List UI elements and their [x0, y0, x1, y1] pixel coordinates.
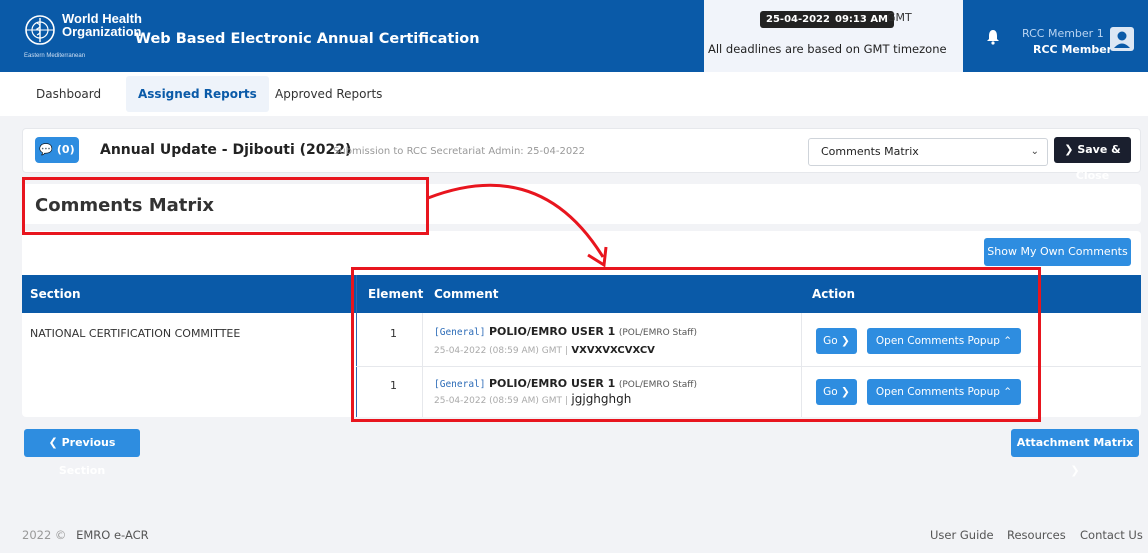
tab-assigned-reports[interactable]: Assigned Reports	[126, 76, 269, 112]
chevron-down-icon: ⌄	[1030, 146, 1039, 157]
footer-brand: EMRO e-ACR	[76, 528, 149, 542]
who-logo-icon	[25, 15, 55, 45]
org-region: Eastern Mediterranean	[24, 53, 86, 59]
app-title: Web Based Electronic Annual Certificatio…	[135, 31, 480, 47]
annotation-box-title	[22, 177, 429, 235]
chevron-right-icon: ❯	[1064, 143, 1074, 156]
comments-icon: 💬	[39, 143, 54, 156]
deadline-note: All deadlines are based on GMT timezone	[708, 42, 947, 56]
user-icon	[1114, 31, 1130, 48]
annotation-box-table	[351, 267, 1041, 422]
footer-copyright: 2022 © EMRO e-ACR	[22, 528, 149, 542]
show-own-comments-button[interactable]: Show My Own Comments	[984, 238, 1131, 266]
tab-approved-reports[interactable]: Approved Reports	[263, 76, 394, 112]
top-header: World Health Organization Eastern Medite…	[0, 0, 1148, 72]
tab-dashboard[interactable]: Dashboard	[24, 76, 113, 112]
report-subtitle: Submission to RCC Secretariat Admin: 25-…	[333, 146, 585, 157]
save-close-label: Save & Close	[1075, 143, 1121, 182]
view-select-value: Comments Matrix	[821, 145, 919, 158]
user-role[interactable]: RCC Member	[1033, 43, 1112, 56]
footer-link-user-guide[interactable]: User Guide	[930, 528, 994, 542]
comments-count: (0)	[56, 143, 75, 156]
footer-link-contact[interactable]: Contact Us	[1080, 528, 1143, 542]
avatar[interactable]	[1110, 27, 1134, 51]
bell-icon[interactable]	[986, 29, 1000, 45]
user-name[interactable]: RCC Member 1	[1022, 27, 1104, 40]
comments-count-button[interactable]: 💬 (0)	[35, 137, 79, 163]
time-pill: 09:13 AM	[829, 11, 895, 28]
copyright-year: 2022 ©	[22, 528, 67, 542]
org-name: World Health Organization	[62, 12, 142, 38]
previous-section-label: Previous Section	[58, 436, 116, 477]
annotation-arrow-icon	[427, 183, 608, 268]
date-pill: 25-04-2022	[760, 11, 836, 28]
report-title: Annual Update - Djibouti (2022)	[100, 142, 352, 158]
timezone-label: GMT	[887, 11, 912, 24]
time-box: 25-04-2022 09:13 AM GMT All deadlines ar…	[704, 0, 963, 72]
col-section: Section	[30, 287, 81, 301]
chevron-left-icon: ❮	[48, 436, 58, 449]
view-select[interactable]: Comments Matrix ⌄	[808, 138, 1048, 166]
chevron-right-icon: ❯	[1070, 464, 1080, 477]
section-cell: NATIONAL CERTIFICATION COMMITTEE	[30, 327, 241, 340]
main-tabs: Dashboard Assigned Reports Approved Repo…	[0, 72, 1148, 116]
footer-link-resources[interactable]: Resources	[1007, 528, 1066, 542]
org-name-line2: Organization	[62, 24, 142, 39]
attachment-matrix-label: Attachment Matrix	[1016, 436, 1134, 449]
attachment-matrix-button[interactable]: Attachment Matrix ❯	[1011, 429, 1139, 477]
save-close-button[interactable]: ❯ Save & Close	[1054, 137, 1131, 182]
previous-section-button[interactable]: ❮ Previous Section	[24, 429, 140, 477]
